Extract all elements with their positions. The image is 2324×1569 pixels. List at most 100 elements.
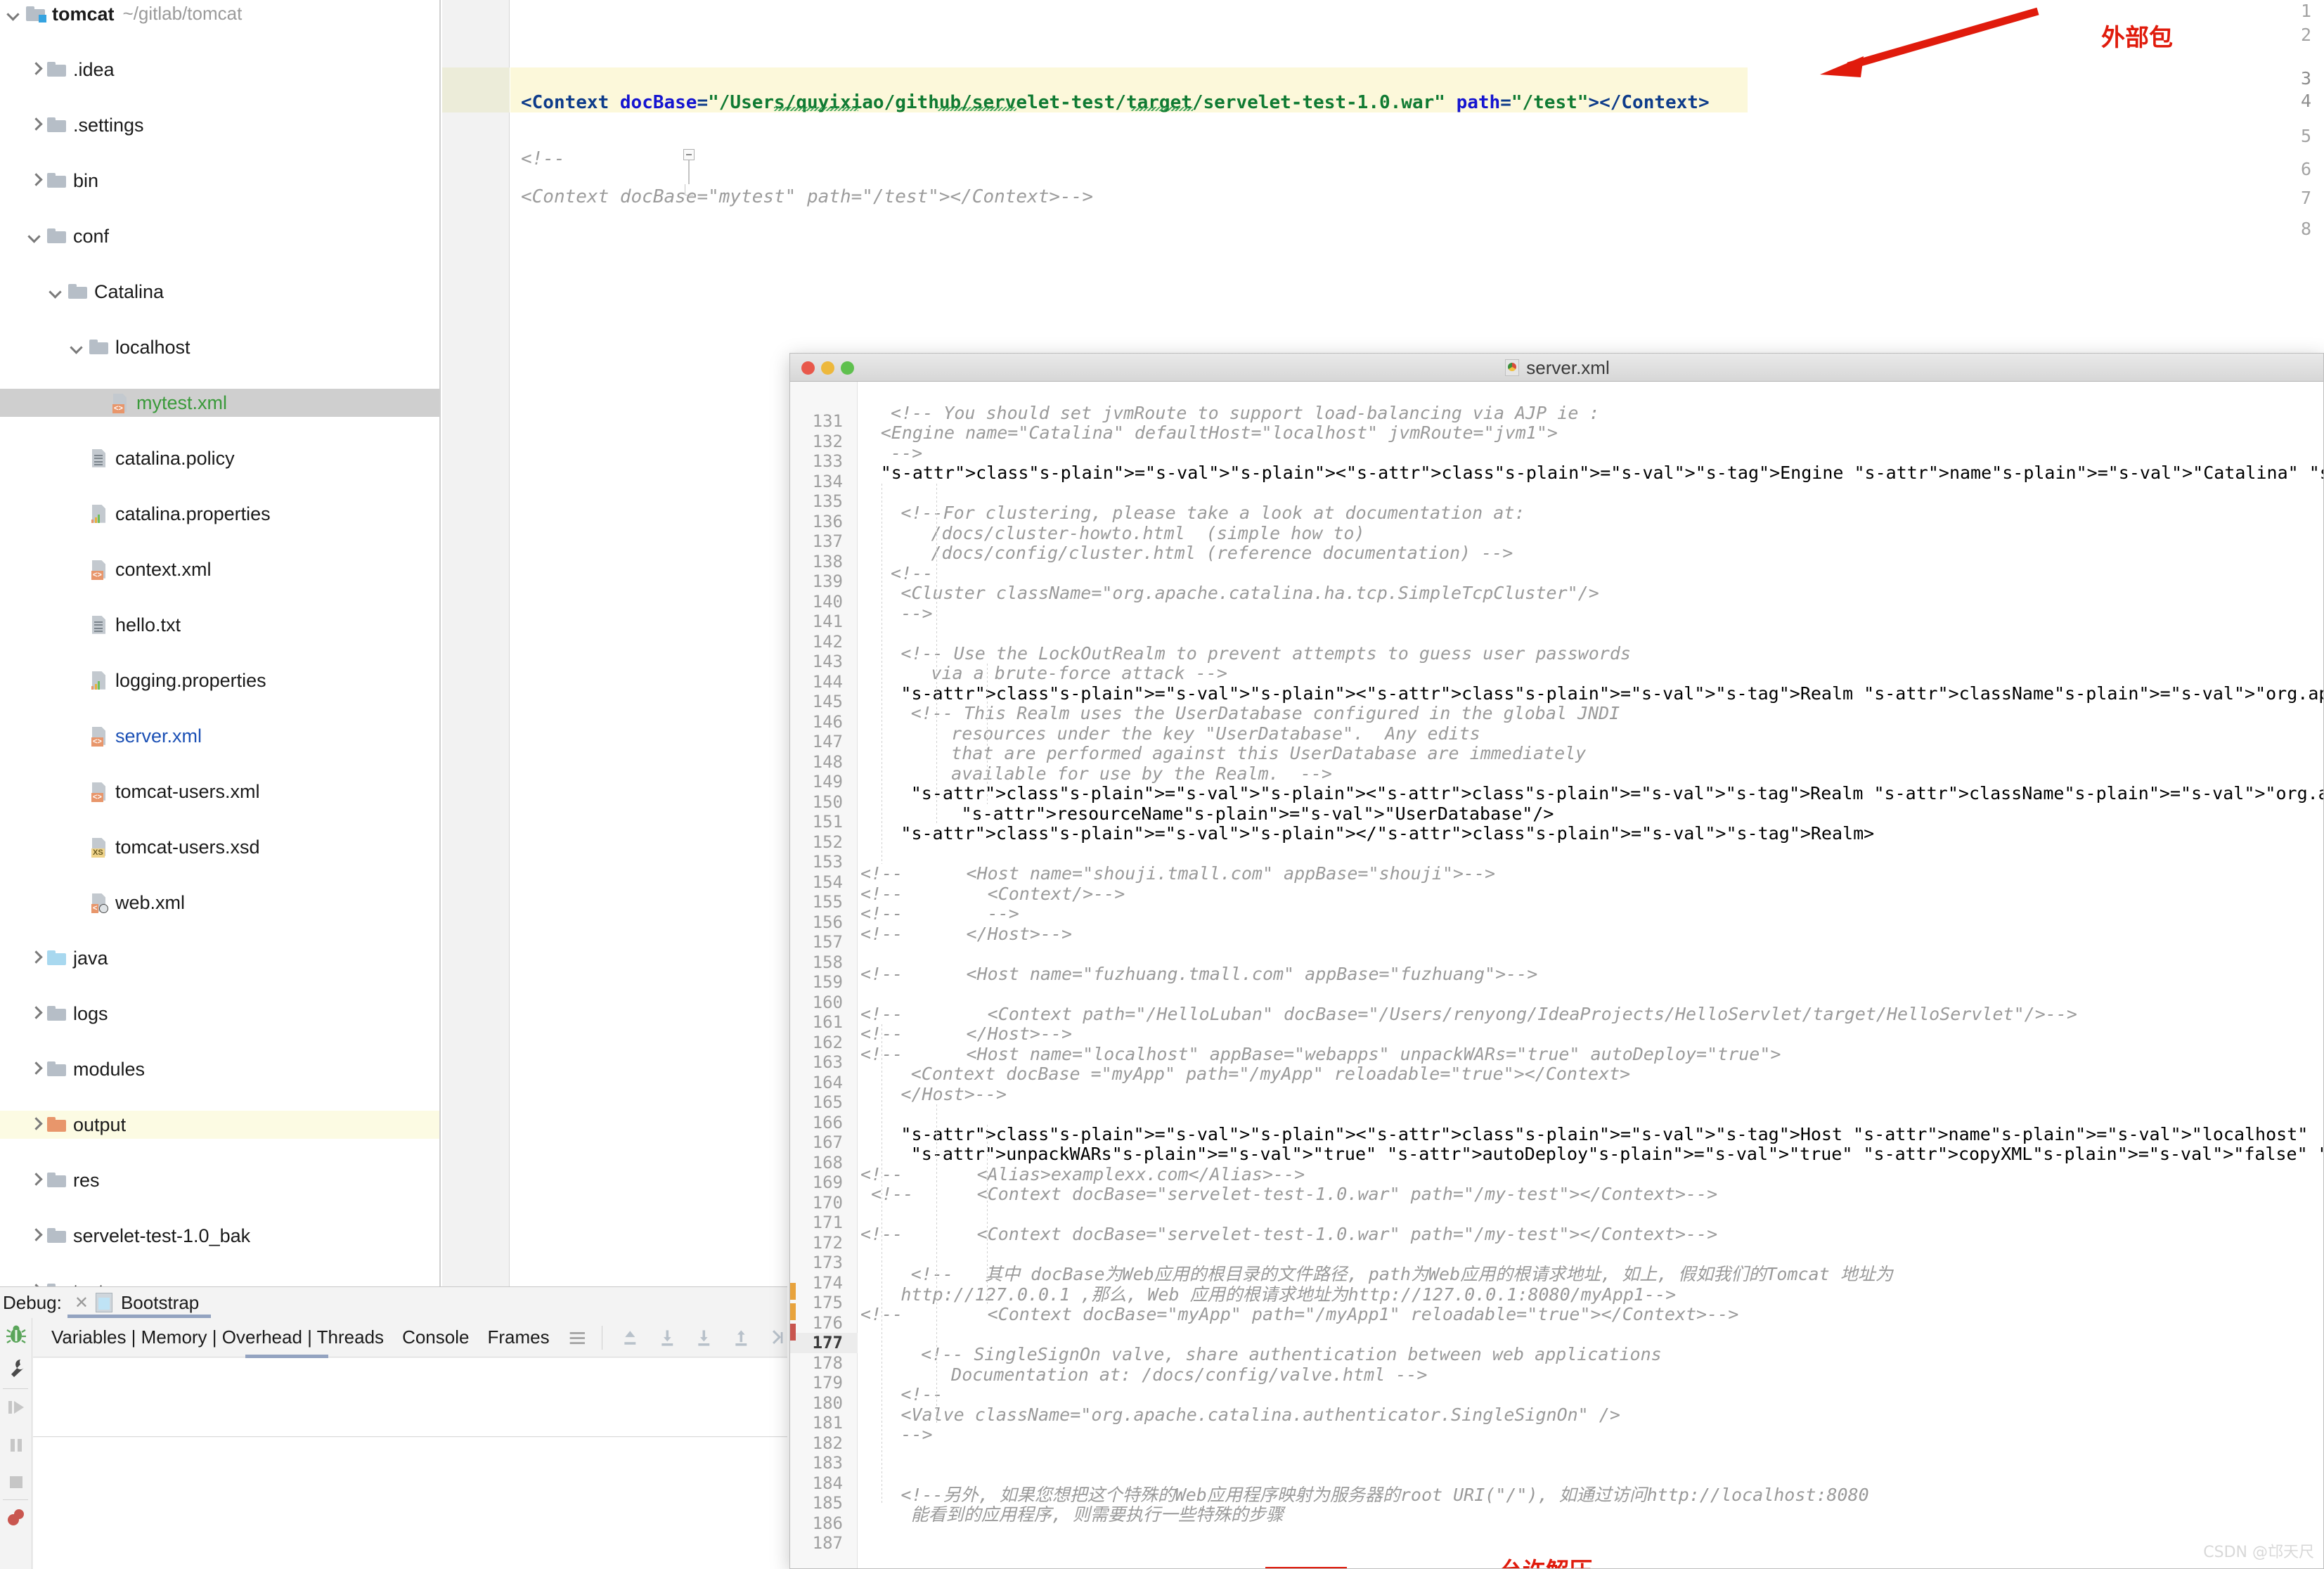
code-line-163[interactable]: <!-- </Host>-->: [860, 1024, 1072, 1045]
tree-item--idea[interactable]: .idea: [0, 56, 439, 84]
code-line-160[interactable]: <!-- <Host name="fuzhuang.tmall.com" app…: [860, 964, 1537, 985]
code-line-158[interactable]: <!-- </Host>-->: [860, 924, 1072, 945]
debug-tool-window[interactable]: Debug: ✕ Bootstrap Variables | Memory | …: [0, 1286, 787, 1569]
tree-item-server-xml[interactable]: <> server.xml: [0, 722, 439, 750]
chevron-right-icon[interactable]: [27, 1005, 45, 1023]
step-over-icon[interactable]: [658, 1327, 677, 1348]
code-line-164[interactable]: <!-- <Host name="localhost" appBase="web…: [860, 1044, 1781, 1065]
project-tree-panel[interactable]: tomcat ~/gitlab/tomcat .idea .settings bin co…: [0, 0, 441, 1286]
code-line-141[interactable]: <Cluster className="org.apache.catalina.…: [900, 583, 1599, 604]
code-line-147[interactable]: <!-- This Realm uses the UserDatabase co…: [911, 703, 1620, 724]
code-line-170[interactable]: <!-- <Alias>examplexx.com</Alias>-->: [860, 1164, 1305, 1185]
code-line-152[interactable]: "s-attr">resourceName"s-plain">="s-val">…: [962, 803, 1554, 825]
code-line-183[interactable]: -->: [900, 1424, 932, 1445]
debug-session-tab[interactable]: Bootstrap: [121, 1292, 199, 1314]
chevron-right-icon[interactable]: [27, 1171, 45, 1189]
code-line-168[interactable]: "s-attr">class"s-plain">="s-val">"s-plai…: [900, 1124, 2323, 1145]
chevron-right-icon[interactable]: [27, 60, 45, 79]
debug-left-rail[interactable]: [0, 1318, 32, 1569]
code-line-187[interactable]: 能看到的应用程序, 则需要执行一些特殊的步骤: [911, 1504, 1284, 1525]
code-line-140[interactable]: <!--: [891, 563, 933, 584]
tree-item-bin[interactable]: bin: [0, 167, 439, 195]
tree-item-servelet-test-1-0-bak[interactable]: servelet-test-1.0_bak: [0, 1222, 439, 1250]
tree-item-context-xml[interactable]: <> context.xml: [0, 555, 439, 583]
tree-item-tomcat[interactable]: tomcat ~/gitlab/tomcat: [0, 0, 439, 28]
tab-frames[interactable]: Frames: [487, 1326, 549, 1348]
code-line-145[interactable]: via a brute-force attack -->: [931, 663, 1227, 684]
tree-item-res[interactable]: res: [0, 1166, 439, 1194]
tab-console[interactable]: Console: [402, 1326, 469, 1348]
tree-item--settings[interactable]: .settings: [0, 111, 439, 139]
editor-code-line-7[interactable]: <Context docBase="mytest" path="/test"><…: [521, 186, 1093, 208]
debug-frames-list[interactable]: [33, 1358, 787, 1437]
editor-code-line-4[interactable]: <Context docBase="/Users/quyixiao/github…: [521, 91, 1710, 114]
step-out-icon[interactable]: [732, 1327, 751, 1348]
code-line-180[interactable]: Documentation at: /docs/config/valve.htm…: [951, 1364, 1427, 1386]
code-line-175[interactable]: <!-- 其中 docBase为Web应用的根目录的文件路径, path为Web…: [911, 1264, 1893, 1285]
code-line-132[interactable]: <!-- You should set jvmRoute to support …: [891, 403, 1599, 424]
chevron-down-icon[interactable]: [69, 338, 87, 356]
resume-program-icon[interactable]: [6, 1397, 27, 1418]
chevron-down-icon[interactable]: [27, 227, 45, 245]
code-line-149[interactable]: that are performed against this UserData…: [951, 743, 1586, 764]
code-line-169[interactable]: "s-attr">unpackWARs"s-plain">="s-val">"t…: [911, 1144, 2323, 1165]
code-line-153[interactable]: "s-attr">class"s-plain">="s-val">"s-plai…: [900, 823, 1874, 844]
debug-toolbar[interactable]: Variables | Memory | Overhead | Threads …: [33, 1318, 787, 1358]
chevron-down-icon[interactable]: [48, 283, 66, 301]
tree-item-logs[interactable]: logs: [0, 1000, 439, 1028]
tree-item-localhost[interactable]: localhost: [0, 333, 439, 361]
code-line-179[interactable]: <!-- SingleSignOn valve, share authentic…: [921, 1344, 1662, 1365]
force-step-into-icon[interactable]: [768, 1327, 787, 1348]
code-line-144[interactable]: <!-- Use the LockOutRealm to prevent att…: [900, 643, 1631, 664]
code-line-138[interactable]: /docs/cluster-howto.html (simple how to): [931, 523, 1364, 544]
code-line-182[interactable]: <Valve className="org.apache.catalina.au…: [900, 1405, 1620, 1426]
code-line-186[interactable]: <!--另外, 如果您想把这个特殊的Web应用程序映射为服务器的root URI…: [900, 1485, 1868, 1506]
tree-item-output[interactable]: output: [0, 1111, 439, 1139]
mute-breakpoints-icon[interactable]: [6, 1506, 27, 1528]
tree-item-tomcat-users-xsd[interactable]: XS tomcat-users.xsd: [0, 833, 439, 861]
code-line-162[interactable]: <!-- <Context path="/HelloLuban" docBase…: [860, 1004, 2077, 1025]
chevron-right-icon[interactable]: [27, 949, 45, 967]
tree-item-hello-txt[interactable]: hello.txt: [0, 611, 439, 639]
code-line-155[interactable]: <!-- <Host name="shouji.tmall.com" appBa…: [860, 863, 1495, 884]
code-line-166[interactable]: </Host>-->: [900, 1084, 1007, 1105]
code-line-137[interactable]: <!--For clustering, please take a look a…: [900, 503, 1525, 524]
code-line-177[interactable]: <!-- <Context docBase="myApp" path="/myA…: [860, 1304, 1738, 1325]
code-line-135[interactable]: "s-attr">class"s-plain">="s-val">"s-plai…: [881, 463, 2323, 484]
tree-item-mytest-xml[interactable]: <> mytest.xml: [0, 389, 439, 417]
tree-item-web-xml[interactable]: < web.xml: [0, 889, 439, 917]
code-line-165[interactable]: <Context docBase ="myApp" path="/myApp" …: [911, 1064, 1631, 1085]
tree-item-modules[interactable]: modules: [0, 1055, 439, 1083]
chevron-right-icon[interactable]: [27, 172, 45, 190]
code-line-151[interactable]: "s-attr">class"s-plain">="s-val">"s-plai…: [911, 783, 2323, 804]
code-line-142[interactable]: -->: [900, 603, 932, 624]
code-line-139[interactable]: /docs/config/cluster.html (reference doc…: [931, 543, 1513, 564]
tree-item-catalina[interactable]: Catalina: [0, 278, 439, 306]
code-line-148[interactable]: resources under the key "UserDatabase". …: [951, 723, 1480, 744]
chevron-down-icon[interactable]: [6, 5, 24, 23]
stop-icon[interactable]: [6, 1471, 27, 1492]
pause-program-icon[interactable]: [6, 1435, 27, 1456]
chevron-right-icon[interactable]: [27, 1227, 45, 1245]
code-line-171[interactable]: <!-- <Context docBase="servelet-test-1.0…: [860, 1184, 1717, 1205]
thread-list-icon[interactable]: [568, 1327, 587, 1348]
tree-item-tomcat-users-xml[interactable]: <> tomcat-users.xml: [0, 777, 439, 806]
bug-icon[interactable]: [6, 1324, 27, 1345]
fold-marker-icon[interactable]: [683, 149, 695, 160]
show-execution-point-icon[interactable]: [621, 1327, 640, 1348]
editor-code-line-6[interactable]: <!--: [521, 148, 565, 170]
code-line-157[interactable]: <!-- -->: [860, 903, 1019, 924]
tree-item-catalina-policy[interactable]: catalina.policy: [0, 444, 439, 472]
wrench-icon[interactable]: [6, 1357, 27, 1378]
chevron-right-icon[interactable]: [27, 1060, 45, 1078]
tab-variables-memory-overhead-threads[interactable]: Variables | Memory | Overhead | Threads: [51, 1326, 384, 1348]
tree-item-conf[interactable]: conf: [0, 222, 439, 250]
code-line-134[interactable]: -->: [891, 443, 922, 464]
chevron-right-icon[interactable]: [27, 1116, 45, 1134]
tree-item-logging-properties[interactable]: logging.properties: [0, 666, 439, 695]
close-icon[interactable]: ✕: [75, 1293, 89, 1313]
tree-item-catalina-properties[interactable]: catalina.properties: [0, 500, 439, 528]
chevron-right-icon[interactable]: [27, 116, 45, 134]
code-line-173[interactable]: <!-- <Context docBase="servelet-test-1.0…: [860, 1224, 1717, 1245]
step-into-icon[interactable]: [695, 1327, 714, 1348]
